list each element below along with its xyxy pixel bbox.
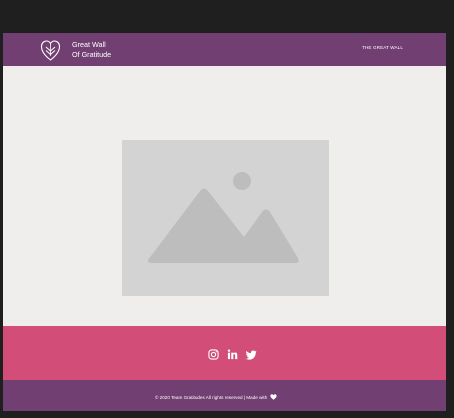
social-links — [208, 348, 257, 360]
page-frame: Great Wall Of Gratitude THE GREAT WALL ©… — [3, 33, 446, 411]
copyright: © 2020 Team Gratitudes All rights reserv… — [155, 393, 277, 401]
site-header: Great Wall Of Gratitude THE GREAT WALL — [3, 33, 446, 66]
site-footer: © 2020 Team Gratitudes All rights reserv… — [3, 380, 446, 411]
brand-line-2: Of Gratitude — [72, 50, 112, 59]
instagram-icon[interactable] — [208, 348, 219, 360]
heart-icon — [270, 394, 277, 400]
logo-icon[interactable] — [40, 38, 61, 62]
linkedin-icon[interactable] — [227, 349, 238, 360]
image-placeholder-icon — [122, 140, 329, 296]
brand-name[interactable]: Great Wall Of Gratitude — [72, 40, 152, 60]
nav-link-great-wall[interactable]: THE GREAT WALL — [362, 45, 403, 50]
twitter-icon[interactable] — [246, 349, 257, 360]
brand-line-1: Great Wall — [72, 40, 106, 49]
main-content — [3, 66, 446, 326]
copyright-text: © 2020 Team Gratitudes All rights reserv… — [155, 394, 268, 400]
social-band — [3, 326, 446, 380]
